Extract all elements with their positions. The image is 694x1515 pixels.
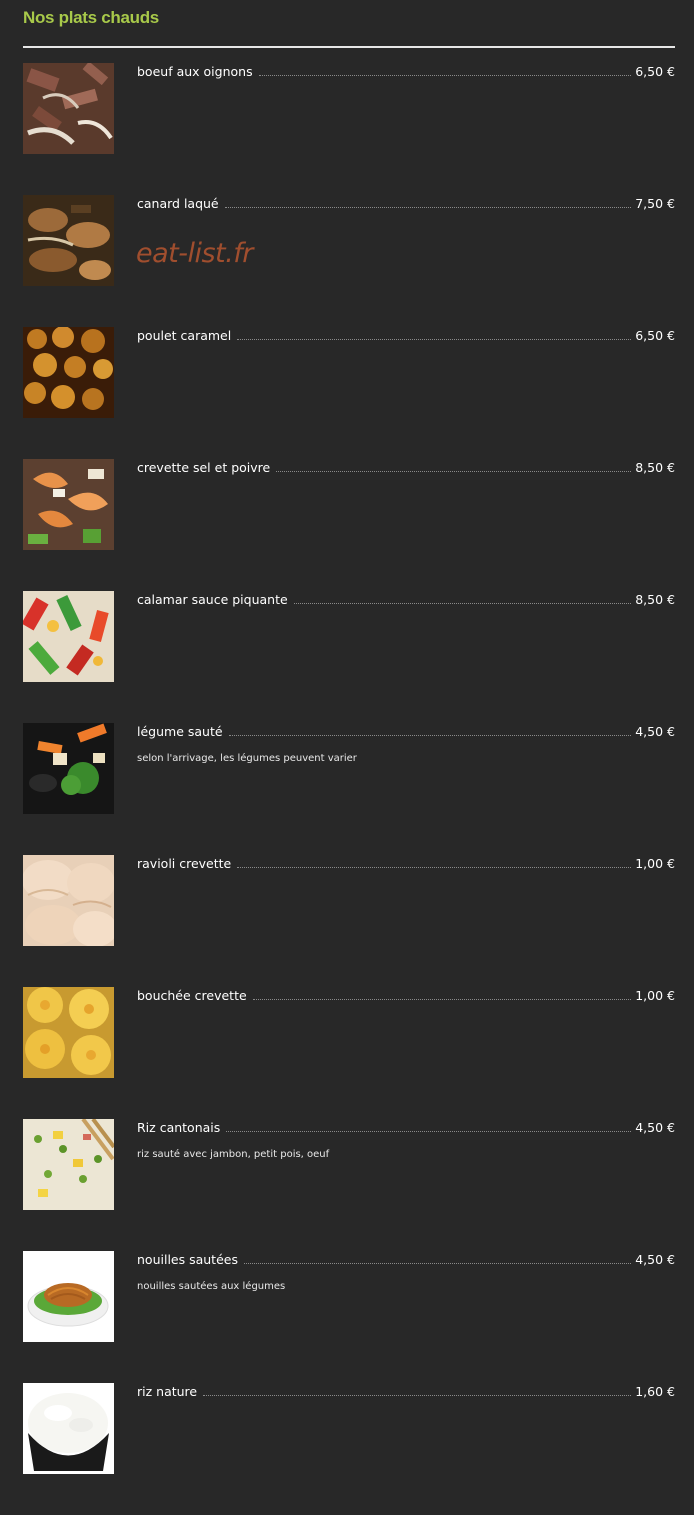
menu-item: poulet caramel 6,50 € [23,327,675,419]
dotted-leader [252,987,632,1000]
dotted-leader [228,723,632,736]
item-description: riz sauté avec jambon, petit pois, oeuf [137,1149,330,1160]
caramel-chicken-photo[interactable] [23,327,114,418]
menu-item: légume sauté 4,50 € selon l'arrivage, le… [23,723,675,815]
cantonese-rice-photo[interactable] [23,1119,114,1210]
item-price: 4,50 € [635,1120,675,1135]
fried-noodles-photo[interactable] [23,1251,114,1342]
item-price: 6,50 € [635,328,675,343]
item-name[interactable]: poulet caramel [137,328,235,343]
item-name[interactable]: nouilles sautées [137,1252,242,1267]
dotted-leader [224,195,632,208]
item-name[interactable]: calamar sauce piquante [137,592,292,607]
menu-list: boeuf aux oignons 6,50 € canard laqué 7,… [23,63,675,1515]
menu-item-row: calamar sauce piquante 8,50 € [137,591,675,611]
dotted-leader [237,327,632,340]
menu-item: boeuf aux oignons 6,50 € [23,63,675,155]
section-header: Nos plats chauds [23,6,675,30]
section-title: Nos plats chauds [23,8,159,27]
dotted-leader [237,855,632,868]
menu-item-row: boeuf aux oignons 6,50 € [137,63,675,83]
beef-onion-photo[interactable] [23,63,114,154]
menu-item-row: poulet caramel 6,50 € [137,327,675,347]
menu-item: crevette sel et poivre 8,50 € [23,459,675,551]
dotted-leader [226,1119,632,1132]
item-price: 6,50 € [635,64,675,79]
item-name[interactable]: légume sauté [137,724,227,739]
menu-item-row: canard laqué 7,50 € [137,195,675,215]
menu-item: riz nature 1,60 € [23,1383,675,1475]
dotted-leader [276,459,632,472]
menu-item-row: ravioli crevette 1,00 € [137,855,675,875]
item-name[interactable]: boeuf aux oignons [137,64,257,79]
plain-rice-photo[interactable] [23,1383,114,1474]
item-description: nouilles sautées aux légumes [137,1281,286,1292]
item-name[interactable]: canard laqué [137,196,223,211]
menu-item-row: nouilles sautées 4,50 € [137,1251,675,1271]
dotted-leader [293,591,632,604]
menu-item-row: Riz cantonais 4,50 € [137,1119,675,1139]
item-price: 4,50 € [635,724,675,739]
menu-item: nouilles sautées 4,50 € nouilles sautées… [23,1251,675,1343]
salt-pepper-shrimp-photo[interactable] [23,459,114,550]
shrimp-dumpling-photo[interactable] [23,855,114,946]
menu-item: Riz cantonais 4,50 € riz sauté avec jamb… [23,1119,675,1211]
watermark: eat-list.fr [136,238,253,269]
menu-item: bouchée crevette 1,00 € [23,987,675,1079]
stir-fried-vegetables-photo[interactable] [23,723,114,814]
item-price: 1,00 € [635,856,675,871]
item-name[interactable]: crevette sel et poivre [137,460,274,475]
menu-item: calamar sauce piquante 8,50 € [23,591,675,683]
dotted-leader [203,1383,632,1396]
dotted-leader [243,1251,632,1264]
dotted-leader [258,63,632,76]
item-price: 8,50 € [635,460,675,475]
item-name[interactable]: ravioli crevette [137,856,235,871]
lacquered-duck-photo[interactable] [23,195,114,286]
menu-item-row: légume sauté 4,50 € [137,723,675,743]
item-price: 4,50 € [635,1252,675,1267]
item-price: 1,60 € [635,1384,675,1399]
menu-item-row: bouchée crevette 1,00 € [137,987,675,1007]
menu-item-row: riz nature 1,60 € [137,1383,675,1403]
menu-item-row: crevette sel et poivre 8,50 € [137,459,675,479]
item-name[interactable]: bouchée crevette [137,988,251,1003]
spicy-squid-photo[interactable] [23,591,114,682]
item-price: 8,50 € [635,592,675,607]
item-name[interactable]: Riz cantonais [137,1120,224,1135]
menu-item: canard laqué 7,50 € [23,195,675,287]
shrimp-shumai-photo[interactable] [23,987,114,1078]
item-name[interactable]: riz nature [137,1384,201,1399]
item-price: 7,50 € [635,196,675,211]
item-price: 1,00 € [635,988,675,1003]
title-divider [23,46,675,48]
item-description: selon l'arrivage, les légumes peuvent va… [137,753,357,764]
menu-item: ravioli crevette 1,00 € [23,855,675,947]
